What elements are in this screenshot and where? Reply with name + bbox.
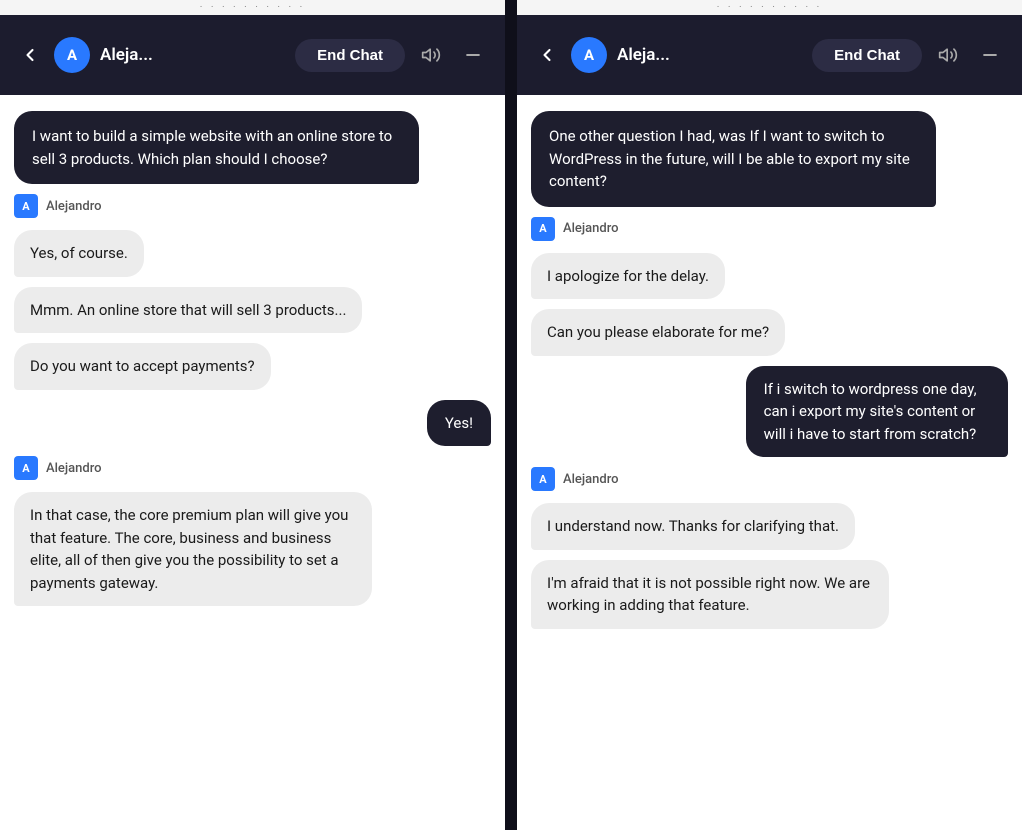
message-bubble: One other question I had, was If I want … (531, 111, 936, 207)
minimize-button-left[interactable] (457, 41, 489, 69)
chat-messages-right: One other question I had, was If I want … (517, 95, 1022, 830)
message-bubble: Do you want to accept payments? (14, 343, 271, 390)
app-wrapper: · · · · · · · · · · A Aleja... End Chat (0, 0, 1022, 830)
panel-divider (509, 0, 513, 830)
end-chat-button-right[interactable]: End Chat (812, 39, 922, 72)
chat-messages-left: I want to build a simple website with an… (0, 95, 505, 830)
agent-name-label: Alejandro (46, 461, 102, 476)
agent-avatar-small: A (531, 467, 555, 491)
dots-top-left: · · · · · · · · · · (0, 0, 505, 15)
message-bubble: Mmm. An online store that will sell 3 pr… (14, 287, 362, 334)
chat-header-left: A Aleja... End Chat (0, 15, 505, 95)
agent-label: A Alejandro (14, 194, 491, 218)
message-bubble: I apologize for the delay. (531, 253, 725, 300)
dots-top-right: · · · · · · · · · · (517, 0, 1022, 15)
agent-name-label: Alejandro (563, 221, 619, 236)
header-agent-name-right: Aleja... (617, 45, 802, 65)
agent-label: A Alejandro (14, 456, 491, 480)
message-bubble: I understand now. Thanks for clarifying … (531, 503, 855, 550)
agent-avatar-small: A (14, 194, 38, 218)
end-chat-button-left[interactable]: End Chat (295, 39, 405, 72)
agent-label: A Alejandro (531, 467, 1008, 491)
back-button-left[interactable] (16, 41, 44, 69)
header-agent-name-left: Aleja... (100, 45, 285, 65)
volume-button-left[interactable] (415, 41, 447, 69)
message-bubble: In that case, the core premium plan will… (14, 492, 372, 606)
agent-avatar-small: A (14, 456, 38, 480)
agent-label: A Alejandro (531, 217, 1008, 241)
chat-panel-right: · · · · · · · · · · A Aleja... End Chat (517, 0, 1022, 830)
header-avatar-right: A (571, 37, 607, 73)
message-bubble: I want to build a simple website with an… (14, 111, 419, 184)
chat-header-right: A Aleja... End Chat (517, 15, 1022, 95)
agent-avatar-small: A (531, 217, 555, 241)
message-bubble: I'm afraid that it is not possible right… (531, 560, 889, 629)
minimize-button-right[interactable] (974, 41, 1006, 69)
agent-name-label: Alejandro (563, 472, 619, 487)
chat-panel-left: · · · · · · · · · · A Aleja... End Chat (0, 0, 505, 830)
message-bubble: Yes, of course. (14, 230, 144, 277)
volume-button-right[interactable] (932, 41, 964, 69)
message-bubble: Can you please elaborate for me? (531, 309, 785, 356)
message-bubble-visitor: Yes! (427, 400, 491, 447)
agent-name-label: Alejandro (46, 199, 102, 214)
header-avatar-left: A (54, 37, 90, 73)
back-button-right[interactable] (533, 41, 561, 69)
message-bubble-visitor: If i switch to wordpress one day, can i … (746, 366, 1008, 458)
